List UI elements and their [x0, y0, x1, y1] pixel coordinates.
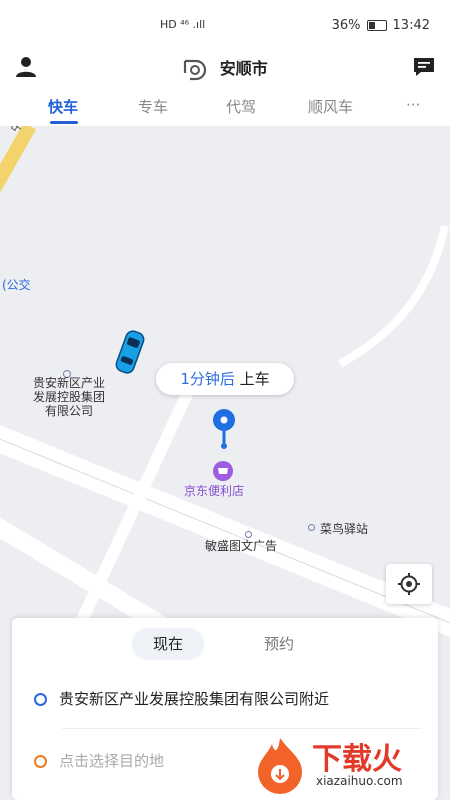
origin-row[interactable]: 贵安新区产业发展控股集团有限公司附近	[34, 688, 329, 709]
service-tabs: 快车 专车 代驾 顺风车 ···	[0, 90, 450, 126]
pickup-eta: 1分钟后	[180, 370, 235, 388]
watermark: 下载火 xiazaihuo.com	[250, 734, 440, 794]
more-tabs-button[interactable]: ···	[406, 96, 420, 114]
tab-premier[interactable]: 专车	[138, 96, 168, 117]
company-label-line2: 发展控股集团	[32, 390, 105, 404]
locate-button[interactable]	[386, 564, 432, 604]
flame-logo-icon	[258, 738, 302, 794]
watermark-brand: 下载火	[312, 742, 402, 777]
store-label: 京东便利店	[184, 484, 245, 498]
battery-icon	[366, 20, 387, 31]
status-right: 36% 13:42	[332, 18, 430, 33]
watermark-url: xiazaihuo.com	[316, 774, 403, 788]
clock: 13:42	[392, 18, 430, 33]
mode-now-button[interactable]: 现在	[132, 628, 204, 660]
car-icon	[115, 330, 145, 374]
bus-stop-label: (公交	[2, 278, 31, 292]
signal-indicators: HD ⁴⁶ .ıll	[160, 18, 206, 31]
tab-designated-driver[interactable]: 代驾	[226, 96, 256, 117]
city-title[interactable]: 安顺市	[0, 55, 450, 81]
city-name: 安顺市	[219, 59, 268, 78]
app-logo-icon	[184, 59, 207, 80]
station-label: 菜鸟驿站	[320, 522, 369, 536]
station-poi-icon	[308, 524, 315, 531]
status-bar: HD ⁴⁶ .ıll 36% 13:42	[0, 0, 450, 50]
company-label-line1: 贵安新区产业	[32, 376, 105, 390]
pickup-pin-icon	[213, 409, 235, 431]
mode-reserve-button[interactable]: 预约	[264, 628, 294, 660]
origin-text: 贵安新区产业发展控股集团有限公司附近	[59, 690, 330, 708]
origin-dot-icon	[34, 693, 47, 706]
ad-shop-label: 敏盛图文广告	[205, 539, 278, 553]
app-header: 安顺市	[0, 45, 450, 89]
destination-placeholder: 点击选择目的地	[59, 752, 165, 770]
pickup-action: 上车	[239, 370, 270, 388]
store-icon	[213, 461, 233, 481]
divider	[62, 728, 422, 729]
battery-percent: 36%	[331, 18, 361, 33]
destination-dot-icon	[34, 755, 47, 768]
message-icon[interactable]	[412, 55, 436, 79]
active-tab-indicator	[50, 121, 78, 124]
tab-carpool[interactable]: 顺风车	[308, 96, 353, 117]
locate-icon	[398, 573, 420, 595]
pickup-eta-bubble: 1分钟后 上车	[156, 363, 294, 395]
tab-express[interactable]: 快车	[48, 96, 78, 117]
destination-input[interactable]: 点击选择目的地	[34, 750, 164, 771]
company-label-line3: 有限公司	[44, 404, 93, 418]
